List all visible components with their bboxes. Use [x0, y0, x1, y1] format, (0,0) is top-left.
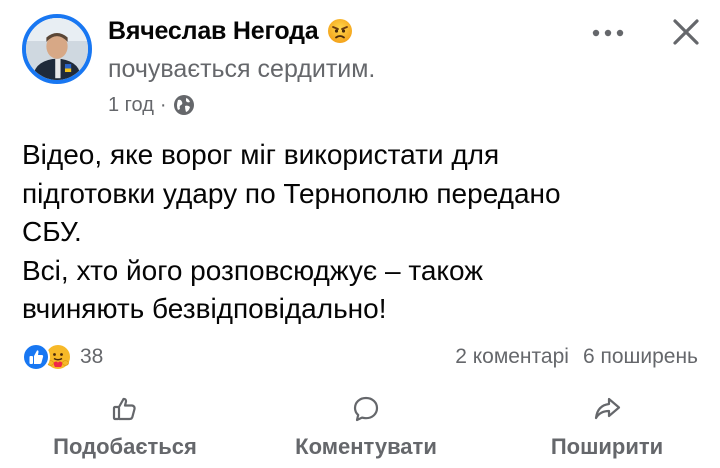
close-icon — [673, 19, 699, 45]
author-avatar[interactable] — [22, 14, 92, 84]
angry-face-icon — [327, 19, 352, 43]
comment-button[interactable]: Коментувати — [276, 384, 456, 468]
share-arrow-icon — [594, 397, 621, 420]
share-label: Поширити — [550, 434, 664, 459]
facebook-post: Вячеслав Негода почувається сердитим. 1 … — [0, 0, 720, 468]
feeling-status: почувається сердитим. — [108, 55, 376, 83]
meta-separator: · — [159, 93, 167, 116]
post-text: Відео, яке ворог міг використати для під… — [22, 136, 702, 329]
shares-count-link[interactable]: 6 поширень — [583, 345, 698, 369]
like-button[interactable]: Подобається — [40, 384, 210, 468]
thumbs-up-icon — [112, 397, 136, 421]
post-time[interactable]: 1 год — [108, 94, 154, 117]
engagement-stats: 2 коментарі 6 поширень — [455, 342, 698, 372]
post-text-line: Всі, хто його розповсюджує – також — [22, 254, 483, 286]
reactions-summary[interactable]: 38 — [22, 342, 103, 372]
post-text-line: Відео, яке ворог міг використати для — [22, 139, 500, 170]
action-bar: Подобається Коментувати Поширити — [0, 384, 720, 468]
post-text-line: вчиняють безвідповідально! — [22, 293, 387, 324]
author-name[interactable]: Вячеслав Негода — [108, 17, 319, 46]
reaction-count: 38 — [80, 345, 104, 368]
post-text-line: підготовки удару по Тернополю передано — [22, 177, 561, 209]
like-icon — [22, 343, 50, 371]
comment-bubble-icon — [353, 396, 379, 422]
more-options-button[interactable] — [586, 18, 630, 48]
author-line: Вячеслав Негода — [108, 14, 353, 48]
comment-label: Коментувати — [295, 434, 437, 459]
avatar-photo — [26, 18, 88, 80]
close-button[interactable] — [666, 12, 706, 52]
post-meta: 1 год · — [108, 92, 195, 118]
more-dots-icon — [592, 29, 624, 37]
globe-icon[interactable] — [173, 94, 195, 116]
share-button[interactable]: Поширити — [532, 384, 682, 468]
post-text-line: СБУ. — [22, 216, 82, 247]
comments-count-link[interactable]: 2 коментарі — [455, 345, 569, 369]
like-label: Подобається — [53, 434, 197, 459]
